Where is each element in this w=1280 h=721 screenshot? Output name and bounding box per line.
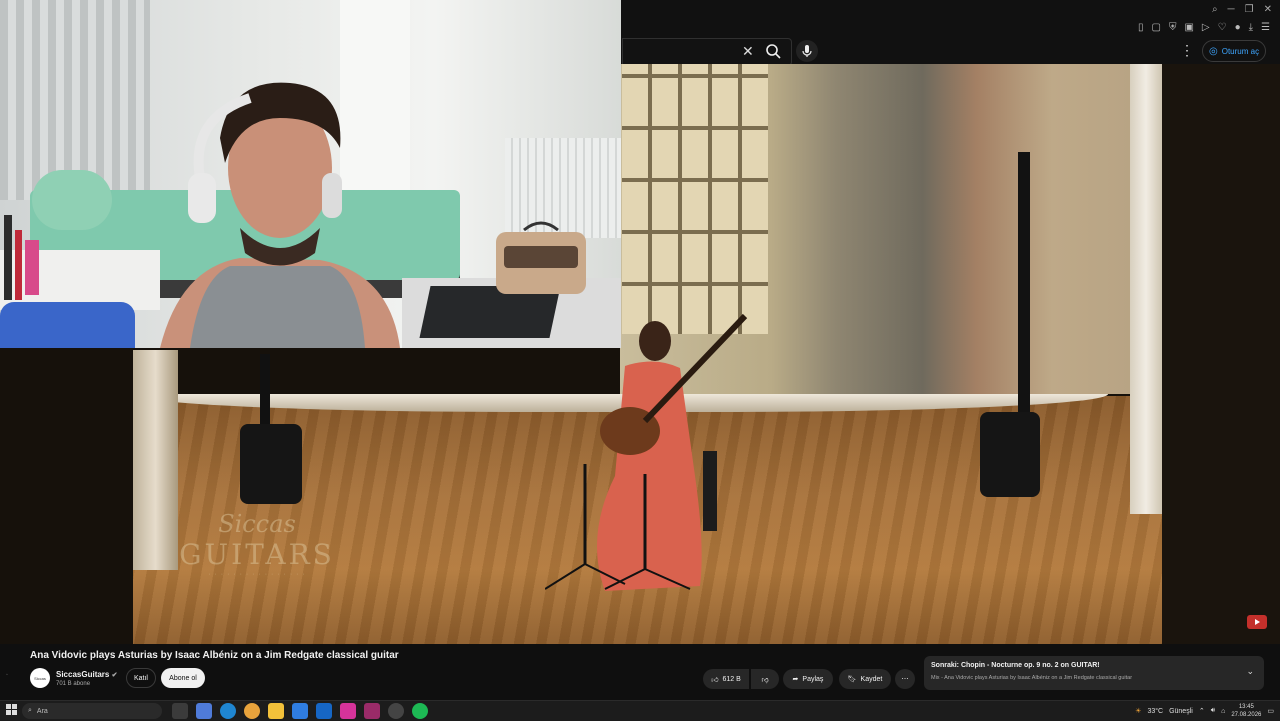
voice-search-button[interactable] [796,40,818,62]
more-vert-icon[interactable]: ⋮ [1180,42,1194,59]
clock-time: 13:45 [1238,704,1254,710]
close-icon[interactable]: ✕ [742,43,754,60]
edge-icon[interactable] [220,703,236,719]
profile-icon[interactable]: ● [1235,22,1241,33]
weather-icon[interactable]: ☀ [1135,707,1141,715]
right-speaker [980,152,1040,497]
taskbar-clock[interactable]: 13:45 27.08.2026 [1231,703,1261,719]
search-button[interactable] [762,40,784,62]
save-button[interactable]: 🔖︎ Kaydet [839,669,891,689]
taskbar-search-placeholder: Ara [36,707,48,715]
channel-name-text: SiccasGuitars [56,670,110,679]
taskbar-apps [172,703,428,719]
subscriber-count: 701 B abone [56,681,91,687]
volume-icon[interactable]: 🔊︎ [1211,707,1215,715]
join-button[interactable]: Katıl [126,668,156,688]
microphone-stand [545,464,691,590]
share-label: Paylaş [802,675,824,683]
weather-temp[interactable]: 33°C [1147,708,1163,715]
channel-name[interactable]: SiccasGuitars ✔ [56,670,117,679]
webcam-chair [0,302,135,348]
subscribe-button[interactable]: Abone ol [161,668,205,688]
account-icon: ◎ [1209,45,1218,57]
share-button[interactable]: ➦ Paylaş [783,669,833,689]
dislike-button[interactable]: 👎︎ [751,669,779,689]
watermark-script: Siccas [218,510,296,538]
webcam-overlay [0,0,621,348]
minimize-icon[interactable]: ─ [1228,4,1235,15]
signin-button[interactable]: ◎ Oturum aç [1202,40,1266,62]
system-tray: ☀ 33°C Güneşli ⌃ 🔊︎ ⌂ 13:45 27.08.2026 ▭ [1135,703,1274,719]
download-icon[interactable]: ⤓ [1249,22,1253,33]
spotify-icon[interactable] [412,703,428,719]
media-icon[interactable] [364,703,380,719]
thumbs-up-icon: 👍︎ [711,676,719,684]
save-label: Kaydet [860,675,883,683]
channel-watermark: Siccas GUITARS · · · · · · · · · · · · ·… [172,510,342,605]
streamer [160,82,400,348]
up-next-subtitle: Mix - Ana Vidovic plays Asturias by Isaa… [931,675,1133,681]
guide-hint: ◦ [6,672,8,678]
obs-icon[interactable] [388,703,404,719]
more-actions-button[interactable]: ⋯ [895,669,915,689]
start-icon[interactable] [6,704,18,716]
watermark-main: GUITARS [179,538,335,571]
chrome-icon[interactable] [244,703,260,719]
copilot-icon[interactable] [196,703,212,719]
webcam-radio [496,221,586,294]
maximize-icon[interactable]: ❐ [1245,4,1254,15]
bookmark-icon: 🔖︎ [847,676,857,683]
up-next-title: Sonraki: Chopin - Nocturne op. 9 no. 2 o… [931,662,1100,669]
search-icon[interactable]: ⌕ [1212,4,1218,15]
instagram-icon[interactable] [340,703,356,719]
taskbar-search[interactable]: ⌕ Ara [22,703,162,719]
heart-icon[interactable]: ♡ [1218,22,1227,33]
store-icon[interactable] [292,703,308,719]
avatar-logo: Siccas [34,675,46,681]
share-icon: ➦ [792,676,799,683]
outlook-icon[interactable] [316,703,332,719]
search-icon [766,44,781,59]
video-title: Ana Vidovic plays Asturias by Isaac Albé… [30,650,399,661]
watermark-tagline: · · · · · · · · · · · · · · · · [208,571,306,578]
notification-icon[interactable]: ▭ [1267,707,1274,715]
menu-icon[interactable]: ☰ [1261,22,1270,33]
extension-icons: ▯ ▢ ⛨ ▣ ▷ ♡ ● ⤓ ☰ [1138,22,1270,33]
subscribe-watermark-button[interactable] [1247,615,1267,629]
chevron-down-icon[interactable]: ⌄ [1246,666,1254,677]
left-speaker [240,354,302,504]
hall-window [622,64,768,334]
pip-icon[interactable]: ▣ [1184,22,1193,33]
clock-date: 27.08.2026 [1231,712,1262,718]
file-explorer-icon[interactable] [268,703,284,719]
verified-icon: ✔ [111,672,118,679]
more-horiz-icon: ⋯ [901,676,909,683]
weather-desc[interactable]: Güneşli [1169,708,1193,715]
chevron-up-icon[interactable]: ⌃ [1199,707,1205,715]
network-icon[interactable]: ⌂ [1221,708,1225,715]
microphone-icon [802,45,812,57]
video-dark-edge [1162,64,1280,644]
up-next-panel[interactable]: Sonraki: Chopin - Nocturne op. 9 no. 2 o… [924,656,1264,690]
shield-icon[interactable]: ⛨ [1169,22,1177,33]
like-button[interactable]: 👍︎ 612 B [703,669,749,689]
bookmark-icon[interactable]: ▯ [1138,22,1144,33]
window-controls: ⌕ ─ ❐ ✕ [1212,4,1272,15]
search-icon: ⌕ [28,707,32,714]
youtube-icon [1255,619,1260,625]
tab-icon[interactable]: ▢ [1151,22,1160,33]
right-column [1130,64,1162,514]
play-icon[interactable]: ▷ [1202,22,1210,33]
close-icon[interactable]: ✕ [1264,4,1272,15]
page-bottom-strip [0,692,1280,700]
like-count: 612 B [722,675,741,683]
taskbar: ⌕ Ara ☀ 33°C Güneşli ⌃ 🔊︎ ⌂ 13:45 27.08.… [0,700,1280,721]
signin-label: Oturum aç [1221,46,1260,56]
task-view-icon[interactable] [172,703,188,719]
channel-avatar[interactable]: Siccas [30,668,50,688]
thumbs-down-icon: 👎︎ [761,676,769,684]
webcam-bottles [4,215,39,300]
